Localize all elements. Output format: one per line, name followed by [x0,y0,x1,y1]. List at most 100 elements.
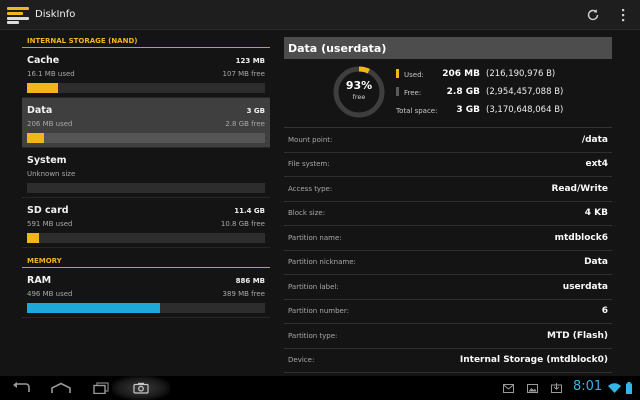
storage-item-total: 11.4 GB [234,207,265,215]
property-label: Mount point: [288,135,333,144]
property-label: Block size: [288,209,326,218]
property-label: Partition type: [288,331,338,340]
screenshot-button[interactable] [112,376,170,400]
legend-bytes: (216,190,976 B) [486,69,556,79]
gmail-notification-icon[interactable] [500,376,516,400]
property-row: Partition name: mtdblock6 [284,226,612,251]
recent-apps-button[interactable] [88,376,114,400]
property-row: Partition label: userdata [284,275,612,300]
property-value: Internal Storage (mtdblock0) [459,355,608,366]
storage-item-total: 123 MB [235,57,265,65]
property-row: Mount point: /data [284,128,612,153]
legend-value: 206 MB [442,69,480,79]
usage-bar-fill [27,133,44,143]
storage-item-ram[interactable]: RAM 886 MB 496 MB used 389 MB free [22,268,270,318]
refresh-button[interactable] [578,0,608,30]
property-label: Device: [288,356,315,365]
property-label: Partition label: [288,282,339,291]
legend-row: Total space: 3 GB (3,170,648,064 B) [396,103,606,121]
home-button[interactable] [48,376,74,400]
legend-label: Used: [404,71,424,79]
usage-bar [27,83,265,93]
property-label: Access type: [288,184,333,193]
property-value: 6 [601,306,608,317]
storage-item-data[interactable]: Data 3 GB 206 MB used 2.8 GB free [22,98,270,148]
property-value: Data [584,257,608,268]
storage-item-used: 16.1 MB used [27,70,75,78]
property-label: Partition name: [288,233,342,242]
status-clock: 8:01 [573,379,603,394]
usage-bar-fill [27,303,161,313]
free-space-donut [333,66,385,118]
detail-panel: Data (userdata) 93% free Used: 206 MB (216… [284,37,612,375]
home-icon [51,382,71,393]
property-row: Access type: Read/Write [284,177,612,202]
storage-item-free: 107 MB free [222,70,265,78]
legend-value: 2.8 GB [446,87,480,97]
property-row: Partition type: MTD (Flash) [284,324,612,349]
app-title: DiskInfo [35,9,76,20]
legend-label: Total space: [396,107,438,115]
overflow-menu-icon [622,8,625,21]
storage-item-used: 591 MB used [27,220,73,228]
property-row: Partition nickname: Data [284,251,612,275]
legend-row: Used: 206 MB (216,190,976 B) [396,67,606,85]
property-value: userdata [562,281,608,292]
usage-summary: 93% free Used: 206 MB (216,190,976 B) Free:… [284,59,612,127]
property-value: /data [581,134,608,145]
property-label: File system: [288,160,330,169]
storage-item-name: Data [27,105,53,116]
legend-value: 3 GB [456,105,480,115]
storage-item-used: Unknown size [27,170,76,178]
usage-bar [27,133,265,143]
property-value: Read/Write [551,183,608,194]
legend-row: Free: 2.8 GB (2,954,457,088 B) [396,85,606,103]
overflow-menu-button[interactable] [608,0,638,30]
property-value: 4 KB [584,208,608,219]
property-value: ext4 [585,159,608,170]
usage-bar [27,183,265,193]
refresh-icon [587,8,599,20]
storage-item-used: 496 MB used [27,290,73,298]
gallery-notification-icon[interactable] [524,376,540,400]
recent-apps-icon [93,382,109,394]
property-label: Partition nickname: [288,258,356,267]
action-bar: DiskInfo [0,0,640,30]
legend-label: Free: [404,89,422,97]
storage-item-cache[interactable]: Cache 123 MB 16.1 MB used 107 MB free [22,48,270,98]
property-row: Device: Internal Storage (mtdblock0) [284,349,612,373]
storage-item-name: Cache [27,55,60,66]
back-button[interactable] [8,376,34,400]
screenshot-icon [133,382,149,394]
usage-bar-fill [27,233,39,243]
legend-swatch [396,87,399,96]
storage-item-total: 3 GB [246,107,265,115]
free-label: free [352,93,366,101]
property-row: File system: ext4 [284,153,612,177]
legend-bytes: (3,170,648,064 B) [486,105,564,115]
back-icon [13,382,30,392]
free-percent: 93% [345,79,373,92]
storage-item-free: 2.8 GB free [225,120,265,128]
storage-item-free: 10.8 GB free [220,220,265,228]
storage-list: INTERNAL STORAGE (NAND) Cache 123 MB 16.1 … [22,36,270,368]
storage-item-name: System [27,155,67,166]
storage-item-system[interactable]: System Unknown size [22,148,270,198]
usage-bar-fill [27,83,58,93]
diskinfo-logo-icon[interactable] [7,6,29,24]
storage-item-total: 886 MB [235,277,265,285]
download-notification-icon[interactable] [548,376,564,400]
storage-item-name: SD card [27,205,69,216]
storage-item-used: 206 MB used [27,120,73,128]
usage-bar [27,233,265,243]
storage-item-sd-card[interactable]: SD card 11.4 GB 591 MB used 10.8 GB free [22,198,270,248]
battery-icon [624,376,634,400]
legend-bytes: (2,954,457,088 B) [486,87,564,97]
internal-storage-header: INTERNAL STORAGE (NAND) [22,36,270,48]
property-row: Partition number: 6 [284,300,612,324]
properties-list: Mount point: /data File system: ext4 Access … [284,127,612,373]
detail-title: Data (userdata) [284,37,612,59]
legend-swatch [396,69,399,78]
property-row: Block size: 4 KB [284,202,612,226]
wifi-icon [606,376,622,400]
